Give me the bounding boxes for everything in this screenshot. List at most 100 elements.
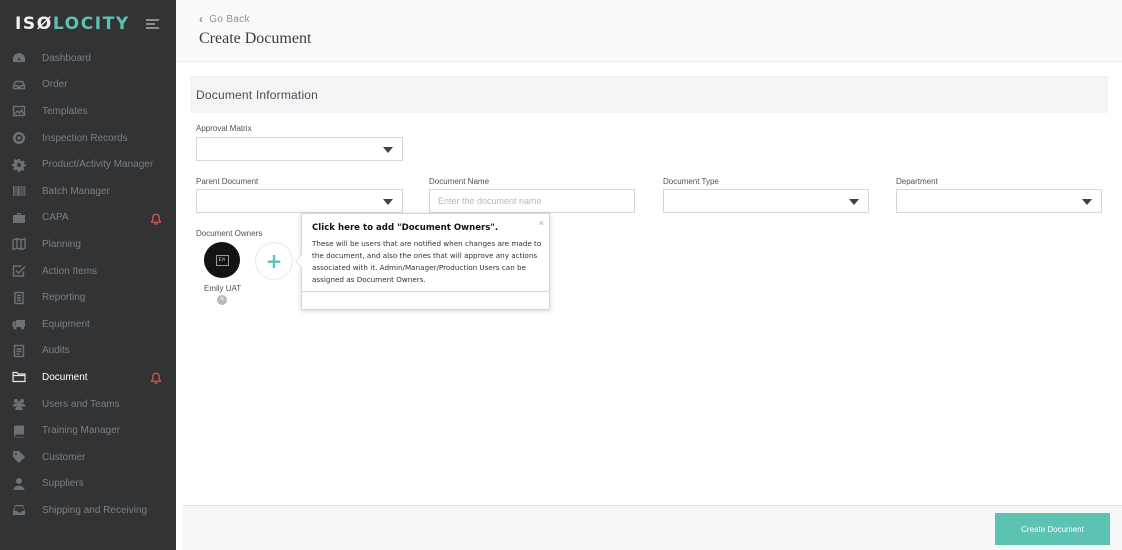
sidebar-item-product-activity-manager[interactable]: Product/Activity Manager	[0, 151, 176, 178]
department-label: Department	[896, 177, 938, 186]
add-owner-button[interactable]: +	[255, 242, 293, 280]
truck-icon	[12, 317, 26, 331]
footer-bar: Create Document	[183, 505, 1122, 550]
sidebar-item-label: Reporting	[42, 292, 86, 304]
remove-owner-icon[interactable]: ×	[217, 295, 227, 305]
sidebar-item-shipping-and-receiving[interactable]: Shipping and Receiving	[0, 497, 176, 524]
document-type-label: Document Type	[663, 177, 719, 186]
sidebar-item-templates[interactable]: Templates	[0, 98, 176, 125]
document-owners-label: Document Owners	[196, 229, 263, 238]
briefcase-icon	[12, 211, 26, 225]
sidebar-item-label: Batch Manager	[42, 185, 110, 197]
sidebar-item-label: Suppliers	[42, 478, 84, 490]
caret-down-icon	[383, 199, 393, 205]
report-icon	[12, 291, 26, 305]
sidebar-item-label: Planning	[42, 238, 81, 250]
department-select[interactable]	[896, 189, 1102, 213]
sidebar-item-users-and-teams[interactable]: Users and Teams	[0, 391, 176, 418]
owners-tooltip: × Click here to add "Document Owners". T…	[295, 213, 550, 310]
go-back-link[interactable]: ‹ Go Back	[199, 12, 250, 26]
page-title: Create Document	[199, 30, 312, 47]
bell-icon	[150, 212, 162, 225]
go-back-label: Go Back	[209, 13, 250, 25]
sidebar-item-label: Product/Activity Manager	[42, 159, 154, 171]
sidebar-item-document[interactable]: Document	[0, 364, 176, 391]
parent-document-label: Parent Document	[196, 177, 259, 186]
caret-down-icon	[849, 199, 859, 205]
document-name-label: Document Name	[429, 177, 490, 186]
sidebar-nav: Dashboard Order Templates Inspection Rec…	[0, 45, 176, 524]
sidebar-item-dashboard[interactable]: Dashboard	[0, 45, 176, 72]
tray-icon	[12, 78, 26, 92]
avatar[interactable]: EN	[204, 242, 240, 278]
checkbox-icon	[12, 264, 26, 278]
tooltip-title: Click here to add "Document Owners".	[312, 223, 499, 233]
plus-icon: +	[265, 249, 283, 273]
sidebar-item-capa[interactable]: CAPA	[0, 205, 176, 232]
sidebar-item-audits[interactable]: Audits	[0, 338, 176, 365]
sidebar-item-label: Document	[42, 371, 88, 383]
create-document-button[interactable]: Create Document	[995, 513, 1110, 545]
page-header: ‹ Go Back Create Document	[176, 0, 1122, 62]
sidebar-item-training-manager[interactable]: Training Manager	[0, 417, 176, 444]
sidebar-item-customer[interactable]: Customer	[0, 444, 176, 471]
sidebar-item-label: Inspection Records	[42, 132, 128, 144]
avatar-initials: EN	[215, 254, 229, 266]
main-content: Document Information Approval Matrix Par…	[176, 62, 1122, 505]
sidebar-item-label: CAPA	[42, 212, 69, 224]
caret-down-icon	[383, 147, 393, 153]
sidebar-item-action-items[interactable]: Action Items	[0, 258, 176, 285]
clipboard-icon	[12, 344, 26, 358]
owner-name: Emily UAT	[204, 284, 242, 293]
barcode-icon	[12, 184, 26, 198]
logo[interactable]: ISØLOCITY	[15, 14, 130, 34]
map-icon	[12, 237, 26, 251]
sidebar-item-equipment[interactable]: Equipment	[0, 311, 176, 338]
logo-o: Ø	[36, 14, 53, 34]
sidebar-item-planning[interactable]: Planning	[0, 231, 176, 258]
document-type-select[interactable]	[663, 189, 869, 213]
sidebar-item-label: Training Manager	[42, 425, 121, 437]
sidebar-item-inspection-records[interactable]: Inspection Records	[0, 125, 176, 152]
sidebar-item-suppliers[interactable]: Suppliers	[0, 471, 176, 498]
approval-matrix-label: Approval Matrix	[196, 124, 252, 133]
book-icon	[12, 424, 26, 438]
sidebar: ISØLOCITY Dashboard Order Templates Insp…	[0, 0, 176, 550]
sidebar-item-label: Equipment	[42, 318, 90, 330]
parent-document-select[interactable]	[196, 189, 403, 213]
sidebar-item-label: Templates	[42, 105, 88, 117]
logo-rest: LOCITY	[52, 14, 130, 34]
sidebar-item-order[interactable]: Order	[0, 72, 176, 99]
document-name-input[interactable]	[429, 189, 635, 213]
users-icon	[12, 397, 26, 411]
section-header: Document Information	[190, 76, 1108, 113]
sidebar-item-batch-manager[interactable]: Batch Manager	[0, 178, 176, 205]
bell-icon	[150, 371, 162, 384]
folder-icon	[12, 370, 26, 384]
tooltip-body: These will be users that are notified wh…	[312, 239, 542, 284]
close-icon[interactable]: ×	[539, 218, 544, 228]
image-icon	[12, 104, 26, 118]
sidebar-item-label: Users and Teams	[42, 398, 120, 410]
logo-row: ISØLOCITY	[0, 0, 176, 48]
sidebar-item-label: Order	[42, 79, 68, 91]
sidebar-item-label: Shipping and Receiving	[42, 504, 148, 516]
inbox-icon	[12, 503, 26, 517]
section-title: Document Information	[196, 88, 319, 102]
sidebar-item-reporting[interactable]: Reporting	[0, 284, 176, 311]
menu-toggle-icon[interactable]	[146, 19, 159, 29]
sidebar-item-label: Dashboard	[42, 52, 91, 64]
gear-icon	[12, 158, 26, 172]
target-icon	[12, 131, 26, 145]
tag-icon	[12, 450, 26, 464]
gutter	[176, 497, 183, 550]
dashboard-icon	[12, 51, 26, 65]
sidebar-item-label: Customer	[42, 451, 86, 463]
sidebar-item-label: Action Items	[42, 265, 98, 277]
sidebar-item-label: Audits	[42, 345, 70, 357]
supplier-icon	[12, 477, 26, 491]
caret-down-icon	[1082, 199, 1092, 205]
chevron-left-icon: ‹	[199, 12, 204, 26]
logo-prefix: IS	[15, 14, 37, 34]
approval-matrix-select[interactable]	[196, 137, 403, 161]
